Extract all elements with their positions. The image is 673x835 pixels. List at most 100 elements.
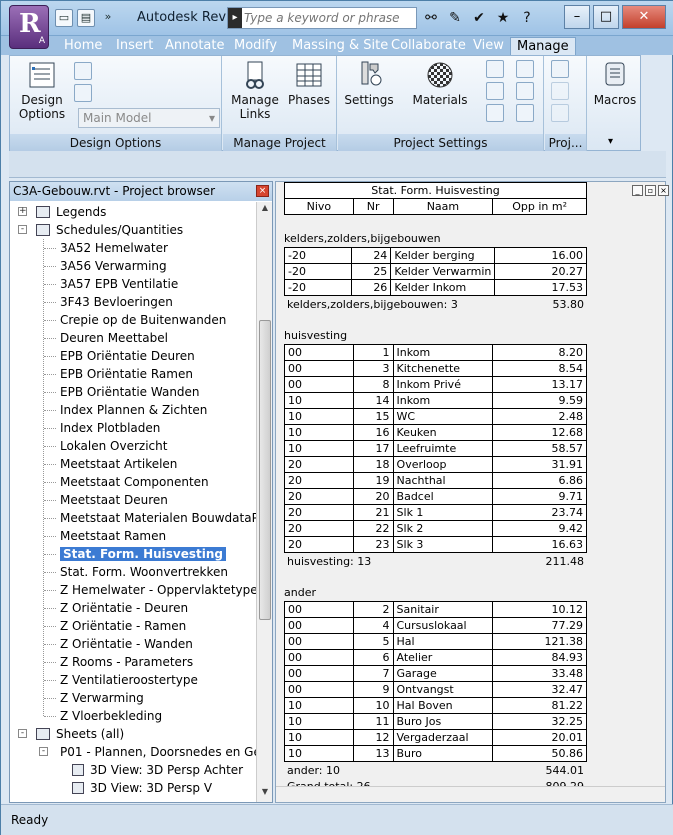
tree-item[interactable]: 3A56 Verwarming [60,257,167,275]
table-row[interactable]: -20 26 Kelder Inkom 17.53 [283,279,587,296]
tree-expander-icon[interactable]: + [18,207,27,216]
tree-item[interactable]: Meetstaat Componenten [60,473,209,491]
tree-item[interactable]: P01 - Plannen, Doorsnedes en Gevel [60,743,256,761]
tab-collaborate[interactable]: Collaborate [391,37,466,55]
column-header[interactable]: Nivo [284,198,354,215]
help-icon[interactable]: ? [517,8,537,28]
snaps-icon[interactable] [486,82,504,100]
scroll-up-icon[interactable]: ▲ [259,203,271,217]
table-row[interactable]: 20 21 Slk 1 23.74 [284,504,587,521]
table-row[interactable]: 00 5 Hal 121.38 [284,633,587,650]
tree-item[interactable]: Z Rooms - Parameters [60,653,193,671]
tree-item[interactable]: Z Oriëntatie - Deuren [60,599,188,617]
application-menu-button[interactable]: R A [9,5,49,49]
search-expand-icon[interactable]: ▸ [228,8,242,28]
open-icon[interactable]: ▤ [77,9,95,27]
tools-icon[interactable]: ✎ [445,8,465,28]
tree-item[interactable]: Deuren Meettabel [60,329,168,347]
location-icon[interactable] [551,60,569,78]
table-row[interactable]: 10 17 Leefruimte 58.57 [284,440,587,457]
tree-item[interactable]: Lokalen Overzicht [60,437,167,455]
settings-button[interactable]: Settings [342,60,396,107]
table-row[interactable]: 10 16 Keuken 12.68 [284,424,587,441]
tree-item[interactable]: 3D View: 3D Persp V [90,779,212,797]
project-info-icon[interactable] [486,104,504,122]
table-row[interactable]: 00 8 Inkom Privé 13.17 [284,376,587,393]
tab-insert[interactable]: Insert [116,37,153,55]
transfer-standards-icon[interactable] [516,82,534,100]
tab-manage[interactable]: Manage [510,37,576,55]
tree-item[interactable]: Schedules/Quantities [56,221,183,239]
phases-button[interactable]: Phases [285,60,333,107]
search-box[interactable]: ▸ [227,7,417,29]
search-input[interactable] [244,10,414,26]
maximize-button[interactable]: □ [593,5,619,29]
tab-view[interactable]: View [473,37,504,55]
materials-button[interactable]: Materials [408,60,472,107]
binoculars-icon[interactable]: ⚯ [421,8,441,28]
tick-icon[interactable]: ✔ [469,8,489,28]
tree-item[interactable]: Index Plotbladen [60,419,160,437]
project-parameters-icon[interactable] [516,60,534,78]
column-header[interactable]: Nr [352,198,394,215]
table-row[interactable]: 00 3 Kitchenette 8.54 [284,360,587,377]
purge-unused-icon[interactable] [516,104,534,122]
star-icon[interactable]: ★ [493,8,513,28]
tree-item[interactable]: Legends [56,203,106,221]
tab-home[interactable]: Home [64,37,102,55]
tree-expander-icon[interactable]: - [39,747,48,756]
tree-item[interactable]: Z Oriëntatie - Ramen [60,617,186,635]
table-row[interactable]: 00 4 Cursuslokaal 77.29 [284,617,587,634]
new-icon[interactable]: ▭ [55,9,73,27]
tree-item[interactable]: 3F43 Bevloeringen [60,293,173,311]
tree-item[interactable]: Crepie op de Buitenwanden [60,311,226,329]
table-row[interactable]: 20 22 Slk 2 9.42 [284,520,587,537]
add-to-set-icon[interactable] [74,62,92,80]
tree-item[interactable]: Index Plannen & Zichten [60,401,207,419]
tree-item[interactable]: Z Vloerbekleding [60,707,162,725]
table-row[interactable]: -20 25 Kelder Verwarmin 20.27 [283,263,587,280]
table-row[interactable]: 10 15 WC 2.48 [284,408,587,425]
view-restore-icon[interactable]: ▫ [645,185,656,196]
scrollbar-thumb[interactable] [259,320,271,620]
tab-annotate[interactable]: Annotate [165,37,224,55]
tree-item[interactable]: Z Verwarming [60,689,144,707]
tree-item[interactable]: EPB Oriëntatie Deuren [60,347,195,365]
tree-item[interactable]: Z Ventilatieroostertype [60,671,198,689]
column-header[interactable]: Naam [392,198,494,215]
tree-expander-icon[interactable]: - [18,225,27,234]
tree-item[interactable]: EPB Oriëntatie Wanden [60,383,200,401]
table-row[interactable]: 00 2 Sanitair 10.12 [284,601,587,618]
minimize-button[interactable]: – [564,5,590,29]
table-row[interactable]: 20 19 Nachthal 6.86 [284,472,587,489]
table-row[interactable]: 10 12 Vergaderzaal 20.01 [284,729,587,746]
tree-item[interactable]: Stat. Form. Woonvertrekken [60,563,228,581]
table-row[interactable]: -20 24 Kelder berging 16.00 [283,247,587,264]
schedule-hscroll[interactable] [276,786,665,802]
table-row[interactable]: 20 18 Overloop 31.91 [284,456,587,473]
browser-scrollbar[interactable]: ▲ ▼ [256,202,272,802]
scroll-down-icon[interactable]: ▼ [259,787,271,801]
design-option-combo[interactable]: Main Model [78,108,220,128]
table-row[interactable]: 00 6 Atelier 84.93 [284,649,587,666]
table-row[interactable]: 20 20 Badcel 9.71 [284,488,587,505]
tree-item[interactable]: 3D View: 3D Persp Achter [90,761,243,779]
table-row[interactable]: 10 10 Hal Boven 81.22 [284,697,587,714]
tree-item[interactable]: 3A57 EPB Ventilatie [60,275,178,293]
tree-item[interactable]: Meetstaat Ramen [60,527,166,545]
table-row[interactable]: 10 13 Buro 50.86 [284,745,587,762]
table-row[interactable]: 00 9 Ontvangst 32.47 [284,681,587,698]
table-row[interactable]: 20 23 Slk 3 16.63 [284,536,587,553]
macros-button[interactable]: Macros [590,60,640,107]
tree-item[interactable]: Sheets (all) [56,725,124,743]
table-row[interactable]: 00 1 Inkom 8.20 [284,344,587,361]
table-row[interactable]: 10 14 Inkom 9.59 [284,392,587,409]
tree-item[interactable]: EPB Oriëntatie Ramen [60,365,193,383]
tab-modify[interactable]: Modify [234,37,277,55]
tree-item[interactable]: Z Hemelwater - Oppervlaktetypes [60,581,256,599]
view-close-icon[interactable]: × [658,185,669,196]
tree-item[interactable]: Meetstaat Artikelen [60,455,177,473]
tab-massing-site[interactable]: Massing & Site [292,37,388,55]
close-button[interactable]: ✕ [622,5,666,29]
column-header[interactable]: Opp in m² [492,198,587,215]
